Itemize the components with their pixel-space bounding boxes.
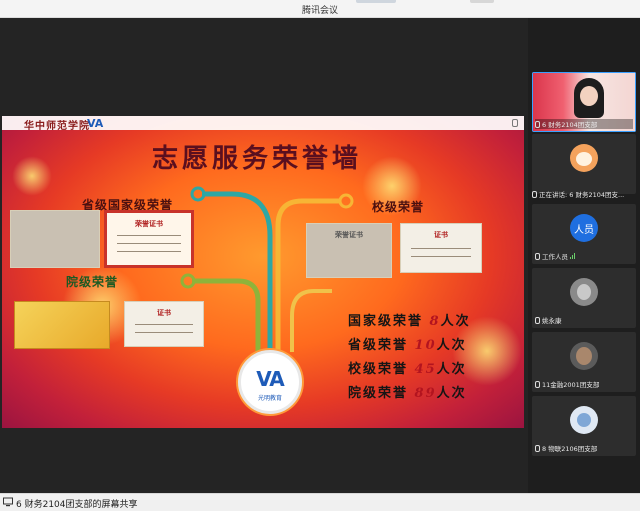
avatar	[570, 406, 598, 434]
avatar-face	[576, 152, 592, 166]
avatar-face	[576, 347, 592, 365]
title-bar: 腾讯会议	[0, 0, 640, 18]
center-logo: VA 光明教育	[238, 350, 302, 414]
participant-name-bar: 11金融2001团支部	[535, 379, 633, 389]
stat-national: 国家级荣誉 8人次	[348, 310, 471, 329]
mic-icon	[535, 120, 540, 128]
screen-share-label: 6 财务2104团支部的屏幕共享	[16, 500, 138, 510]
window-title: 腾讯会议	[301, 6, 338, 16]
participant-name: 8 物联2106团支部	[542, 445, 598, 453]
avatar-face	[577, 413, 591, 427]
bottom-status-bar: 6 财务2104团支部的屏幕共享	[0, 493, 640, 511]
certificate-title: 证书	[434, 231, 448, 239]
certificate-plain: 证书	[124, 301, 204, 347]
stat-provincial: 省级荣誉 10人次	[348, 334, 467, 353]
participant-panel: 6 财务2104团支部 正在讲话: 6 财务2104团支... 人员 工作人员	[528, 18, 640, 493]
participant-name: 姚永康	[542, 317, 562, 325]
participant-name: 工作人员	[542, 253, 568, 261]
stat-label: 院级荣誉	[348, 386, 409, 401]
shared-slide: 华中师范学院 VA 志愿服务荣誉墙 省级国家级荣誉 校级荣誉 院级荣誉 荣誉证书	[2, 116, 524, 428]
mic-icon	[535, 316, 540, 324]
stat-count: 89	[414, 386, 437, 401]
participant-name-bar: 姚永康	[535, 315, 633, 325]
stat-label: 校级荣誉	[348, 362, 409, 377]
avatar	[570, 278, 598, 306]
mic-icon	[535, 380, 540, 388]
screen-share-area: 华中师范学院 VA 志愿服务荣誉墙 省级国家级荣誉 校级荣誉 院级荣誉 荣誉证书	[0, 18, 528, 493]
participant-name-bar: 工作人员	[535, 251, 633, 261]
speaking-text: 正在讲话: 6 财务2104团支...	[539, 191, 625, 199]
certificate-title: 荣誉证书	[335, 231, 363, 239]
center-logo-mark: VA	[256, 367, 285, 391]
signal-icon	[570, 253, 575, 259]
stat-school: 校级荣誉 45人次	[348, 358, 467, 377]
stat-unit: 人次	[440, 314, 471, 329]
stat-count: 45	[414, 362, 437, 377]
participant-tile[interactable]: 11金融2001团支部	[532, 332, 636, 392]
certificate-gray: 荣誉证书	[306, 223, 392, 278]
participant-tile[interactable]: 6 财务2104团支部	[532, 72, 636, 132]
stat-unit: 人次	[436, 338, 467, 353]
avatar: 人员	[570, 214, 598, 242]
certificate-photo	[10, 210, 100, 268]
participant-tile[interactable]: 8 物联2106团支部	[532, 396, 636, 456]
participant-tile[interactable]	[532, 134, 636, 194]
speaking-indicator: 正在讲话: 6 财务2104团支...	[532, 188, 636, 200]
certificate-title: 荣誉证书	[135, 220, 163, 228]
participant-name-bar: 6 财务2104团支部	[535, 119, 633, 129]
center-logo-text: 光明教育	[257, 395, 282, 402]
avatar-face	[577, 284, 591, 300]
stat-count: 10	[414, 338, 437, 353]
stat-label: 国家级荣誉	[348, 314, 424, 329]
certificate-title: 证书	[157, 309, 171, 317]
participant-name: 11金融2001团支部	[542, 381, 600, 389]
certificate-red: 荣誉证书	[104, 210, 194, 268]
participant-name-bar: 8 物联2106团支部	[535, 443, 633, 453]
stat-unit: 人次	[436, 386, 467, 401]
avatar	[570, 144, 598, 172]
mic-icon	[535, 444, 540, 452]
stat-unit: 人次	[436, 362, 467, 377]
stat-label: 省级荣誉	[348, 338, 409, 353]
avatar	[570, 342, 598, 370]
certificate-plain: 证书	[400, 223, 482, 273]
participant-tile[interactable]: 人员 工作人员	[532, 204, 636, 264]
label-college: 院级荣誉	[66, 275, 119, 289]
mic-icon	[532, 190, 537, 198]
label-school: 校级荣誉	[372, 200, 425, 214]
screen-share-icon	[3, 497, 13, 507]
stat-college: 院级荣誉 89人次	[348, 382, 467, 401]
participant-tile[interactable]: 姚永康	[532, 268, 636, 328]
participant-name: 6 财务2104团支部	[542, 121, 598, 129]
stat-count: 8	[429, 314, 441, 329]
avatar-text: 人员	[574, 225, 594, 236]
certificate-gold	[14, 301, 110, 349]
meeting-window: 腾讯会议 华中师范学院 VA 志愿服务荣誉墙 省级国家级荣誉 校级荣誉 院级荣誉…	[0, 0, 640, 511]
mic-icon	[535, 252, 540, 260]
